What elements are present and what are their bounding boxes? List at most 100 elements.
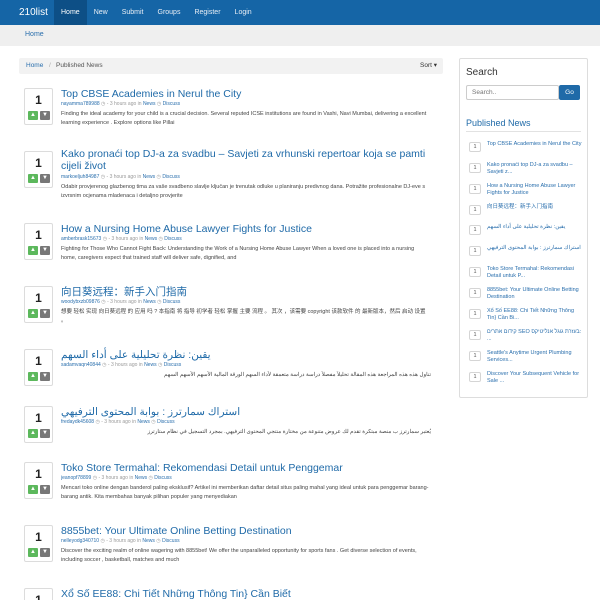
story-author[interactable]: amberbrask15673 (61, 236, 101, 242)
thumbs-down-icon[interactable]: ▼ (40, 111, 50, 120)
nav-register[interactable]: Register (187, 0, 227, 25)
story-description: يُعتبر سمارترز ب منصة مبتكرة تقدم لك عرو… (147, 429, 431, 435)
story-discuss[interactable]: Discuss (162, 538, 180, 544)
story-category[interactable]: News (143, 299, 156, 305)
story-category[interactable]: News (143, 101, 156, 107)
sidebar-item-link[interactable]: 向日葵远程：新手入门指南 (487, 204, 583, 211)
story-title[interactable]: Toko Store Termahal: Rekomendasi Detail … (61, 462, 439, 474)
sidebar-item-count: 1 (469, 309, 481, 319)
story-time: 3 hours ago (110, 362, 138, 368)
story-category[interactable]: News (144, 362, 157, 368)
story-meta: jeanopf78899 ◷ - 3 hours ago in News ◷ D… (61, 475, 172, 481)
sidebar-item-link[interactable]: Xổ Số EE88: Chi Tiết Những Thông Tin} Cầ… (487, 308, 583, 322)
story-category[interactable]: News (137, 419, 150, 425)
vote-count: 1 (35, 291, 42, 305)
sidebar-item-link[interactable]: קידום אתרים SEO בעזרת גוגל אנליטיקס: ... (487, 329, 583, 343)
thumbs-down-icon[interactable]: ▼ (40, 548, 50, 557)
story-discuss[interactable]: Discuss (164, 362, 182, 368)
story-meta: nelleyodg340710 ◷ - 3 hours ago in News … (61, 538, 180, 544)
thumbs-up-icon[interactable]: ▲ (28, 246, 38, 255)
story-discuss[interactable]: Discuss (162, 174, 180, 180)
sidebar-item-link[interactable]: استراك سمارترز : بوابة المحتوى الترفيهي (487, 245, 583, 252)
story-discuss[interactable]: Discuss (157, 419, 175, 425)
sidebar-item-link[interactable]: 8855bet: Your Ultimate Online Betting De… (487, 287, 583, 301)
story-author[interactable]: jeanopf78899 (61, 475, 91, 481)
sidebar-item-link[interactable]: Discover Your Subsequent Vehicle for Sal… (487, 371, 583, 385)
thumbs-up-icon[interactable]: ▲ (28, 309, 38, 318)
story-discuss[interactable]: Discuss (163, 299, 181, 305)
site-brand[interactable]: 210list (19, 7, 48, 18)
story-category[interactable]: News (143, 174, 156, 180)
sidebar-item-link[interactable]: Kako pronaći top DJ-a za svadbu – Savjet… (487, 162, 583, 176)
search-input[interactable] (466, 85, 559, 100)
sidebar-item-count: 1 (469, 351, 481, 361)
story-author[interactable]: markoeljuh84987 (61, 174, 99, 180)
sidebar-item-count: 1 (469, 372, 481, 382)
thumbs-down-icon[interactable]: ▼ (40, 246, 50, 255)
story-title[interactable]: Kako pronaći top DJ-a za svadbu – Savjet… (61, 148, 439, 172)
thumbs-up-icon[interactable]: ▲ (28, 111, 38, 120)
main-column: Home / Published News Sort ▾ 1 ▲ ▼ Top C… (19, 58, 443, 600)
sidebar-item-count: 1 (469, 184, 481, 194)
story-discuss[interactable]: Discuss (163, 101, 181, 107)
sidebar-item-link[interactable]: Seattle's Anytime Urgent Plumbing Servic… (487, 350, 583, 364)
vote-box: 1 ▲ ▼ (24, 286, 53, 323)
nav-new[interactable]: New (87, 0, 115, 25)
vote-box: 1 ▲ ▼ (24, 223, 53, 260)
story-title[interactable]: How a Nursing Home Abuse Lawyer Fights f… (61, 223, 439, 235)
thumbs-up-icon[interactable]: ▲ (28, 548, 38, 557)
story-time: 3 hours ago (111, 236, 138, 242)
thumbs-down-icon[interactable]: ▼ (40, 309, 50, 318)
story-author[interactable]: sadamvaqn40844 (61, 362, 101, 368)
story-description: Fighting for Those Who Cannot Fight Back… (61, 246, 415, 261)
breadcrumb-current: Published News (56, 62, 103, 69)
story-title[interactable]: استراك سمارترز : بوابة المحتوى الترفيهي (61, 406, 439, 418)
sidebar-item-link[interactable]: يقين: نظرة تحليلية على أداء السهم (487, 224, 583, 231)
story-title[interactable]: Xổ Số EE88: Chi Tiết Những Thông Tin} Cầ… (61, 588, 439, 600)
vote-box: 1 ▲ ▼ (24, 349, 53, 386)
story-title[interactable]: 8855bet: Your Ultimate Online Betting De… (61, 525, 439, 537)
thumbs-up-icon[interactable]: ▲ (28, 372, 38, 381)
story-discuss[interactable]: Discuss (164, 236, 182, 242)
sidebar-item-count: 1 (469, 225, 481, 235)
sidebar-item-link[interactable]: How a Nursing Home Abuse Lawyer Fights f… (487, 183, 583, 197)
story-description: Finding the ideal academy for your child… (61, 111, 427, 126)
story-author[interactable]: nayamma789988 (61, 101, 100, 107)
breadcrumb-home[interactable]: Home (26, 62, 43, 69)
sort-button[interactable]: Sort ▾ (420, 61, 437, 69)
thumbs-up-icon[interactable]: ▲ (28, 485, 38, 494)
sidebar-item-link[interactable]: Top CBSE Academies in Nerul the City (487, 141, 583, 148)
nav-submit[interactable]: Submit (115, 0, 151, 25)
vote-box: 1 ▲ ▼ (24, 525, 53, 562)
story-category[interactable]: News (145, 236, 158, 242)
vote-box: 1 (24, 588, 53, 600)
story-author[interactable]: woodybxzb09876 (61, 299, 100, 305)
story-description: Discover the exciting realm of online wa… (61, 548, 417, 563)
thumbs-down-icon[interactable]: ▼ (40, 485, 50, 494)
story-title[interactable]: Top CBSE Academies in Nerul the City (61, 88, 439, 100)
story-meta: sadamvaqn40844 ◷ - 3 hours ago in News ◷… (61, 362, 182, 368)
thumbs-up-icon[interactable]: ▲ (28, 174, 38, 183)
story-discuss[interactable]: Discuss (154, 475, 172, 481)
thumbs-down-icon[interactable]: ▼ (40, 174, 50, 183)
nav-groups[interactable]: Groups (151, 0, 188, 25)
search-go-button[interactable]: Go (559, 85, 580, 100)
top-breadcrumb-home[interactable]: Home (25, 31, 44, 38)
nav-home[interactable]: Home (54, 0, 87, 25)
sidebar-item-count: 1 (469, 288, 481, 298)
story-time: 3 hours ago (109, 101, 137, 107)
thumbs-down-icon[interactable]: ▼ (40, 429, 50, 438)
story-author[interactable]: fredaydk45608 (61, 419, 94, 425)
sidebar-item-link[interactable]: Toko Store Termahal: Rekomendasi Detail … (487, 266, 583, 280)
story-meta: amberbrask15673 ◷ - 3 hours ago in News … (61, 236, 182, 242)
nav-login[interactable]: Login (228, 0, 259, 25)
story-title[interactable]: 向日葵远程：新手入门指南 (61, 286, 439, 298)
vote-count: 1 (35, 530, 42, 544)
thumbs-down-icon[interactable]: ▼ (40, 372, 50, 381)
story-time: 3 hours ago (104, 419, 131, 425)
story-title[interactable]: يقين: نظرة تحليلية على أداء السهم (61, 349, 439, 361)
story-category[interactable]: News (135, 475, 148, 481)
thumbs-up-icon[interactable]: ▲ (28, 429, 38, 438)
story-category[interactable]: News (142, 538, 155, 544)
story-author[interactable]: nelleyodg340710 (61, 538, 99, 544)
